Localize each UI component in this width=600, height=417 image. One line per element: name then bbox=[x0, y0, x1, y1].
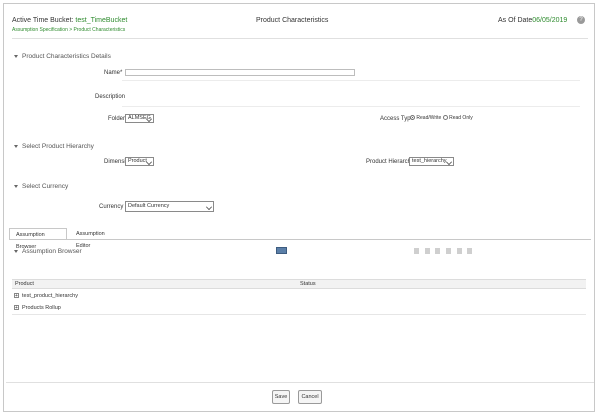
collapse-icon bbox=[14, 144, 18, 148]
name-underline bbox=[122, 80, 580, 81]
as-of-label: As Of Date bbox=[498, 17, 533, 24]
details-section-title: Product Characteristics Details bbox=[22, 53, 111, 60]
page-title: Product Characteristics bbox=[256, 17, 329, 24]
breadcrumb[interactable]: Assumption Specification > Product Chara… bbox=[12, 27, 125, 33]
browser-title: Assumption Browser bbox=[22, 248, 82, 255]
dimension-select[interactable]: Product bbox=[125, 157, 154, 166]
chevron-down-icon bbox=[206, 204, 212, 210]
radio-read-only[interactable] bbox=[442, 115, 448, 121]
edit-icon[interactable] bbox=[435, 248, 441, 254]
active-bucket-label: Active Time Bucket: bbox=[12, 17, 74, 24]
tree-row[interactable]: + Products Rollup bbox=[14, 304, 61, 312]
add-icon[interactable] bbox=[414, 248, 419, 254]
description-label: Description bbox=[95, 94, 126, 100]
footer-divider bbox=[6, 382, 594, 383]
currency-section-title: Select Currency bbox=[22, 183, 69, 190]
header-divider bbox=[12, 38, 588, 39]
folder-label: Folder bbox=[108, 116, 126, 122]
product-hierarchy-label: Product Hierarchy bbox=[366, 159, 415, 165]
collapse-icon bbox=[14, 54, 18, 58]
currency-select[interactable]: Default Currency bbox=[125, 201, 214, 212]
radio-read-write-label: Read/Write bbox=[416, 115, 442, 121]
tree-row-label: test_product_hierarchy bbox=[22, 293, 78, 299]
description-underline bbox=[122, 106, 580, 107]
main-frame bbox=[3, 3, 595, 412]
name-input[interactable] bbox=[125, 69, 355, 76]
hierarchy-section-title: Select Product Hierarchy bbox=[22, 143, 94, 150]
hierarchy-section-header[interactable]: Select Product Hierarchy bbox=[14, 143, 94, 150]
tab-divider bbox=[9, 239, 591, 240]
expand-icon[interactable]: + bbox=[14, 293, 19, 299]
name-label: Name* bbox=[104, 70, 123, 76]
column-status: Status bbox=[300, 281, 316, 287]
folder-select[interactable]: ALMSEG bbox=[125, 114, 154, 123]
active-bucket-value[interactable]: test_TimeBucket bbox=[75, 17, 127, 24]
product-hierarchy-value: test_hierarchy bbox=[412, 158, 447, 164]
question-circle-icon[interactable]: ? bbox=[577, 16, 585, 24]
browser-table-header: Product Status bbox=[12, 279, 586, 289]
collapse-icon bbox=[14, 184, 18, 188]
chevron-down-icon bbox=[146, 159, 152, 165]
save-button[interactable]: Save bbox=[272, 390, 290, 404]
currency-section-header[interactable]: Select Currency bbox=[14, 183, 68, 190]
collapse-icon bbox=[14, 249, 18, 253]
currency-value: Default Currency bbox=[128, 203, 170, 209]
browser-section-header[interactable]: Assumption Browser bbox=[14, 248, 82, 255]
layout-toggle-icon[interactable] bbox=[276, 247, 287, 254]
column-product: Product bbox=[15, 281, 34, 287]
as-of-value: 06/05/2019 bbox=[532, 17, 568, 24]
tree-row-label: Products Rollup bbox=[22, 305, 61, 311]
chevron-down-icon bbox=[446, 159, 452, 165]
expand-icon[interactable]: + bbox=[14, 305, 19, 311]
delete-icon[interactable] bbox=[446, 248, 452, 254]
active-bucket: Active Time Bucket: test_TimeBucket bbox=[12, 17, 127, 24]
refresh-icon[interactable] bbox=[467, 248, 473, 254]
chevron-down-icon bbox=[146, 116, 152, 122]
radio-read-write[interactable] bbox=[410, 115, 415, 121]
dimension-value: Product bbox=[128, 158, 147, 164]
access-type-label: Access Type bbox=[380, 116, 414, 122]
radio-read-only-label: Read Only bbox=[449, 115, 473, 121]
table-bottom-line bbox=[12, 314, 586, 315]
tree-row[interactable]: + test_product_hierarchy bbox=[14, 292, 78, 300]
browser-toolbar bbox=[410, 248, 473, 256]
details-section-header[interactable]: Product Characteristics Details bbox=[14, 53, 111, 60]
copy-icon[interactable] bbox=[456, 248, 462, 254]
cancel-button[interactable]: Cancel bbox=[298, 390, 322, 404]
access-type-radios: Read/Write Read Only bbox=[410, 115, 473, 121]
as-of-date: As Of Date06/05/2019 bbox=[498, 17, 567, 24]
view-icon[interactable] bbox=[424, 248, 430, 254]
currency-label: Currency bbox=[99, 204, 124, 210]
product-hierarchy-select[interactable]: test_hierarchy bbox=[409, 157, 454, 166]
